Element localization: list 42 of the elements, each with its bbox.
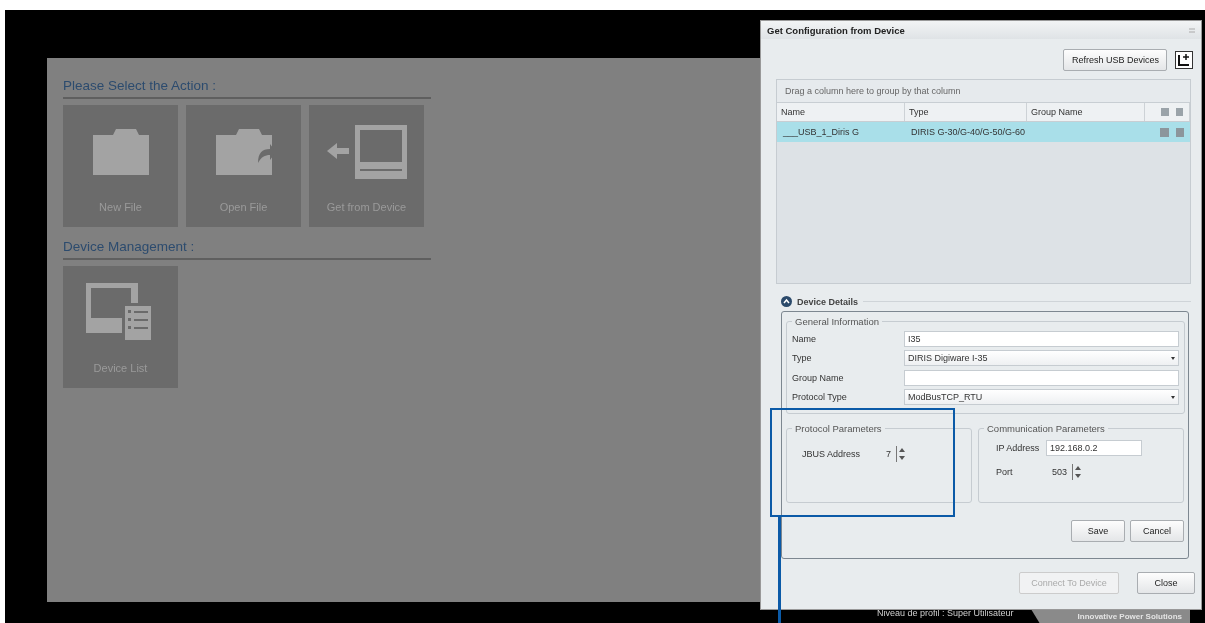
column-header[interactable]: Group Name <box>1027 103 1145 121</box>
column-header[interactable]: Name <box>777 103 905 121</box>
folder-arrow-icon <box>213 127 274 177</box>
group-by-hint: Drag a column here to group by that column <box>777 80 1190 103</box>
group-title: General Information <box>794 316 880 327</box>
field-label: IP Address <box>996 443 1041 453</box>
field-label: JBUS Address <box>802 448 861 459</box>
dialog-button[interactable]: Save <box>1071 520 1125 542</box>
field-label: Port <box>996 467 1014 477</box>
number-field[interactable]: 7 <box>870 446 895 461</box>
grid-row[interactable]: ___USB_1_Diris G DIRIS G-30/G-40/G-50/G-60 <box>777 122 1190 142</box>
screen-add-icon[interactable] <box>1175 51 1193 69</box>
logo-tagline: Innovative Power Solutions <box>1077 612 1182 621</box>
section-heading: Please Select the Action : <box>63 78 218 93</box>
group-title: Communication Parameters <box>986 423 1106 434</box>
caret-icon <box>1171 395 1175 399</box>
folder-icon <box>90 127 151 177</box>
field-label: Name <box>792 333 817 344</box>
number-field[interactable]: 503 <box>1046 465 1070 479</box>
spinner-arrows-icon[interactable] <box>1072 464 1081 480</box>
section-title: Device Details <box>797 296 859 307</box>
field-label: Type <box>792 353 813 364</box>
text-field[interactable]: I35 <box>904 330 1179 347</box>
table-cell-text: ___USB_1_Diris G <box>782 127 861 137</box>
text-field[interactable]: 192.168.0.2 <box>1046 440 1142 456</box>
dialog-button[interactable]: Close <box>1137 572 1195 594</box>
text-field[interactable] <box>904 369 1179 386</box>
group-title: Protocol Parameters <box>794 423 883 434</box>
table-cell-text: DIRIS G-30/G-40/G-50/G-60 <box>910 127 1027 137</box>
dialog-button[interactable]: Cancel <box>1130 520 1184 542</box>
field-label: Group Name <box>792 372 845 383</box>
column-header[interactable]: Type <box>905 103 1027 121</box>
section-heading: Device Management : <box>63 239 196 254</box>
collapse-icon[interactable] <box>781 296 792 307</box>
dropdown[interactable]: ModBusTCP_RTU <box>904 389 1179 406</box>
refresh-button[interactable]: Refresh USB Devices <box>1063 49 1167 71</box>
dropdown[interactable]: DIRIS Digiware I-35 <box>904 350 1179 367</box>
resize-grip-icon[interactable] <box>1189 27 1195 33</box>
spinner-arrows-icon[interactable] <box>896 445 906 462</box>
window-title: Get Configuration from Device <box>767 24 905 36</box>
field-label: Protocol Type <box>792 392 848 403</box>
caret-icon <box>1171 356 1175 360</box>
